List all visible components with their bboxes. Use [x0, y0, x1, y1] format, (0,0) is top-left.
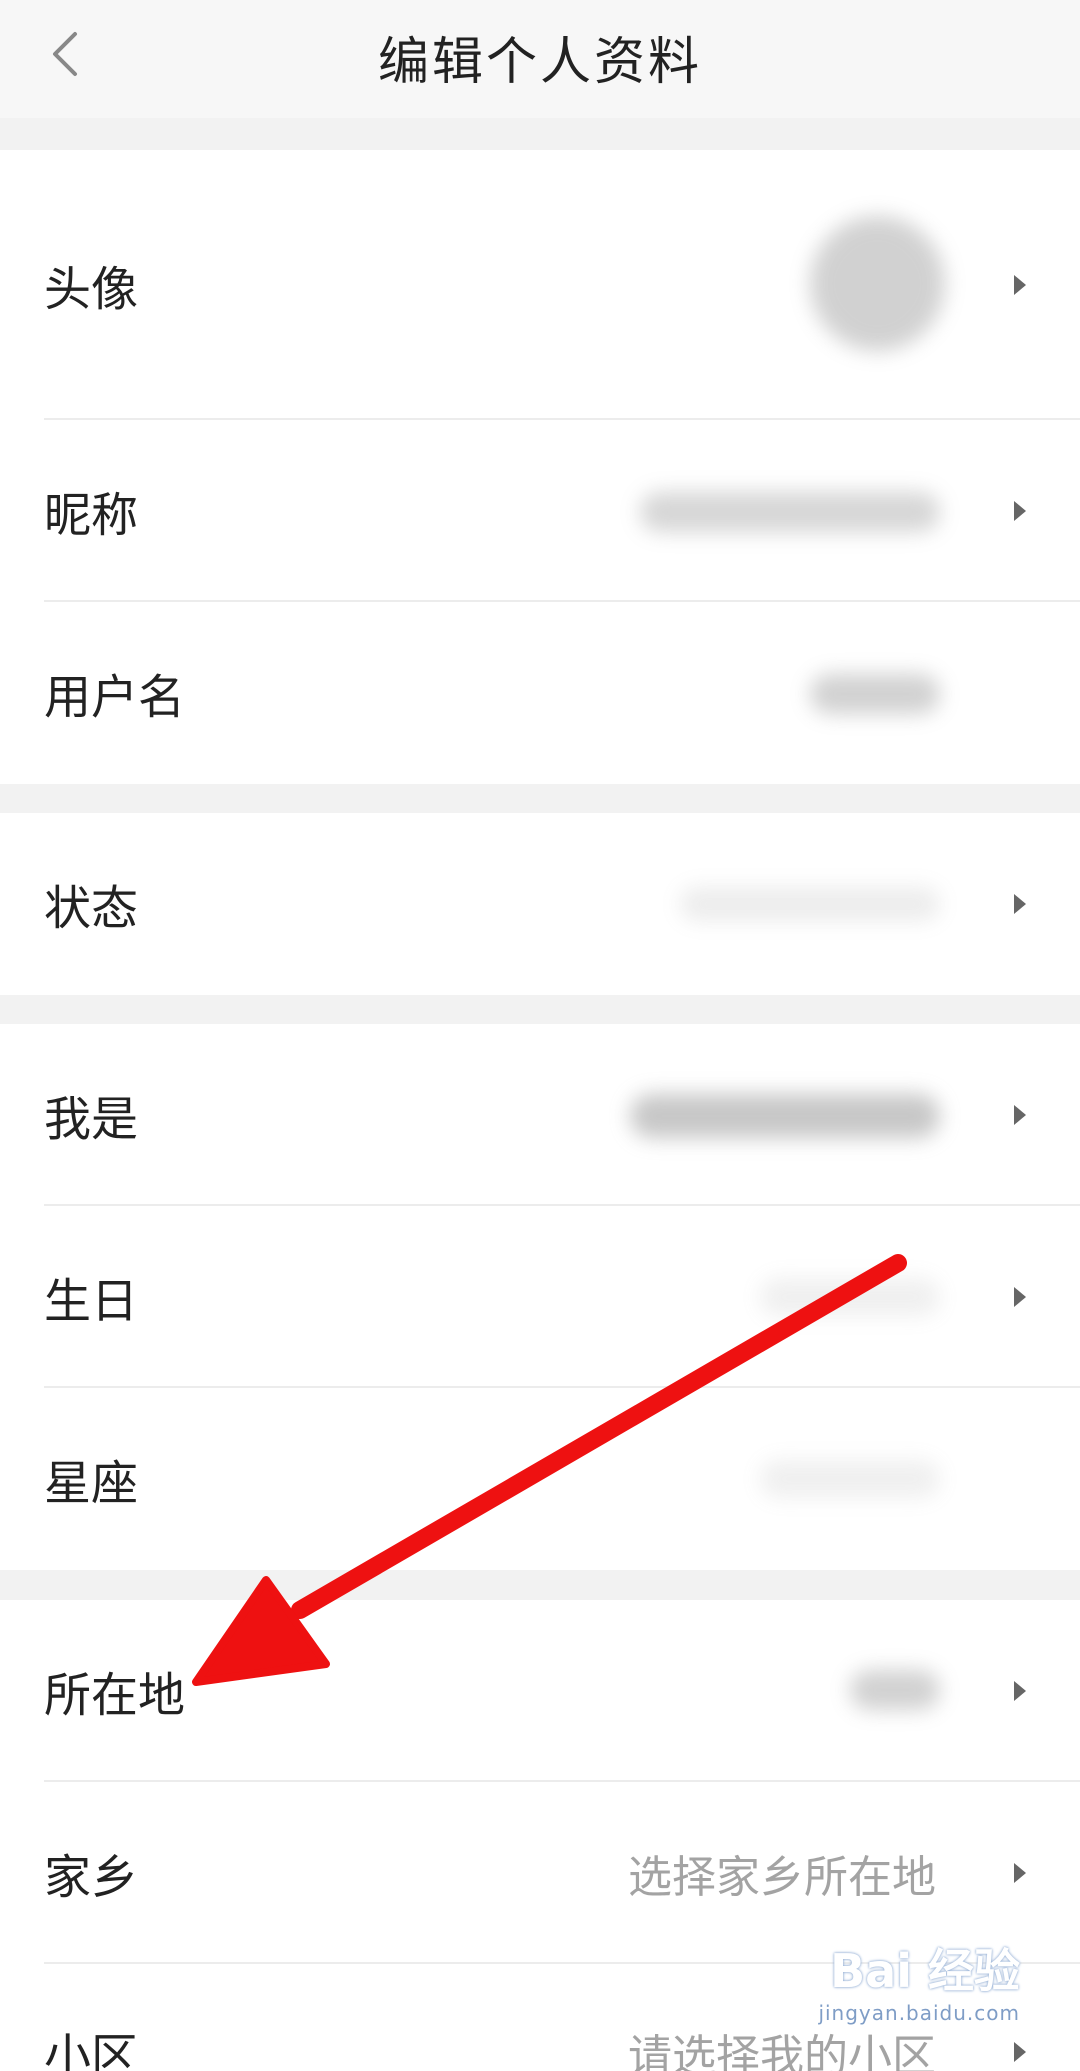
chevron-right-icon [1014, 1287, 1026, 1307]
chevron-right-icon [1014, 275, 1026, 295]
watermark-url: jingyan.baidu.com [818, 2001, 1020, 2025]
row-label: 状态 [44, 881, 138, 937]
nickname-value [640, 492, 940, 532]
top-bar: 编辑个人资料 [0, 0, 1080, 118]
identity-value [630, 1094, 940, 1138]
row-zodiac: 星座 [0, 1388, 1080, 1570]
row-label: 昵称 [44, 488, 138, 544]
row-username: 用户名 [0, 602, 1080, 784]
row-label: 所在地 [44, 1668, 185, 1724]
community-placeholder: 请选择我的小区 [628, 2031, 936, 2071]
row-location[interactable]: 所在地 [0, 1600, 1080, 1782]
row-label: 家乡 [44, 1850, 138, 1906]
chevron-right-icon [1014, 1105, 1026, 1125]
row-birthday[interactable]: 生日 [0, 1206, 1080, 1388]
row-identity[interactable]: 我是 [0, 1024, 1080, 1206]
row-label: 星座 [44, 1456, 138, 1512]
row-label: 生日 [44, 1274, 138, 1330]
chevron-right-icon [1014, 2042, 1026, 2062]
birthday-value [760, 1278, 940, 1316]
page-title: 编辑个人资料 [377, 33, 702, 92]
watermark-logo: Bai 经验 [830, 1944, 1020, 1998]
location-value [850, 1670, 940, 1710]
row-label: 我是 [44, 1092, 138, 1148]
avatar [810, 216, 945, 351]
hometown-placeholder: 选择家乡所在地 [628, 1852, 936, 1903]
chevron-right-icon [1014, 501, 1026, 521]
chevron-right-icon [1014, 1681, 1026, 1701]
watermark: Bai 经验 jingyan.baidu.com [818, 1935, 1020, 2025]
row-label: 小区 [44, 2029, 138, 2071]
row-label: 头像 [44, 262, 138, 318]
row-status[interactable]: 状态 [0, 813, 1080, 995]
edit-profile-screen: 编辑个人资料 头像 昵称 用户名 状态 我是 生日 星座 所在地 家乡 选择家乡… [0, 0, 1080, 2071]
row-label: 用户名 [44, 670, 185, 726]
zodiac-value [760, 1460, 940, 1498]
chevron-right-icon [1014, 1863, 1026, 1883]
username-value [810, 674, 940, 714]
status-value [680, 887, 940, 921]
row-nickname[interactable]: 昵称 [0, 420, 1080, 602]
row-avatar[interactable]: 头像 [0, 150, 1080, 420]
chevron-right-icon [1014, 894, 1026, 914]
